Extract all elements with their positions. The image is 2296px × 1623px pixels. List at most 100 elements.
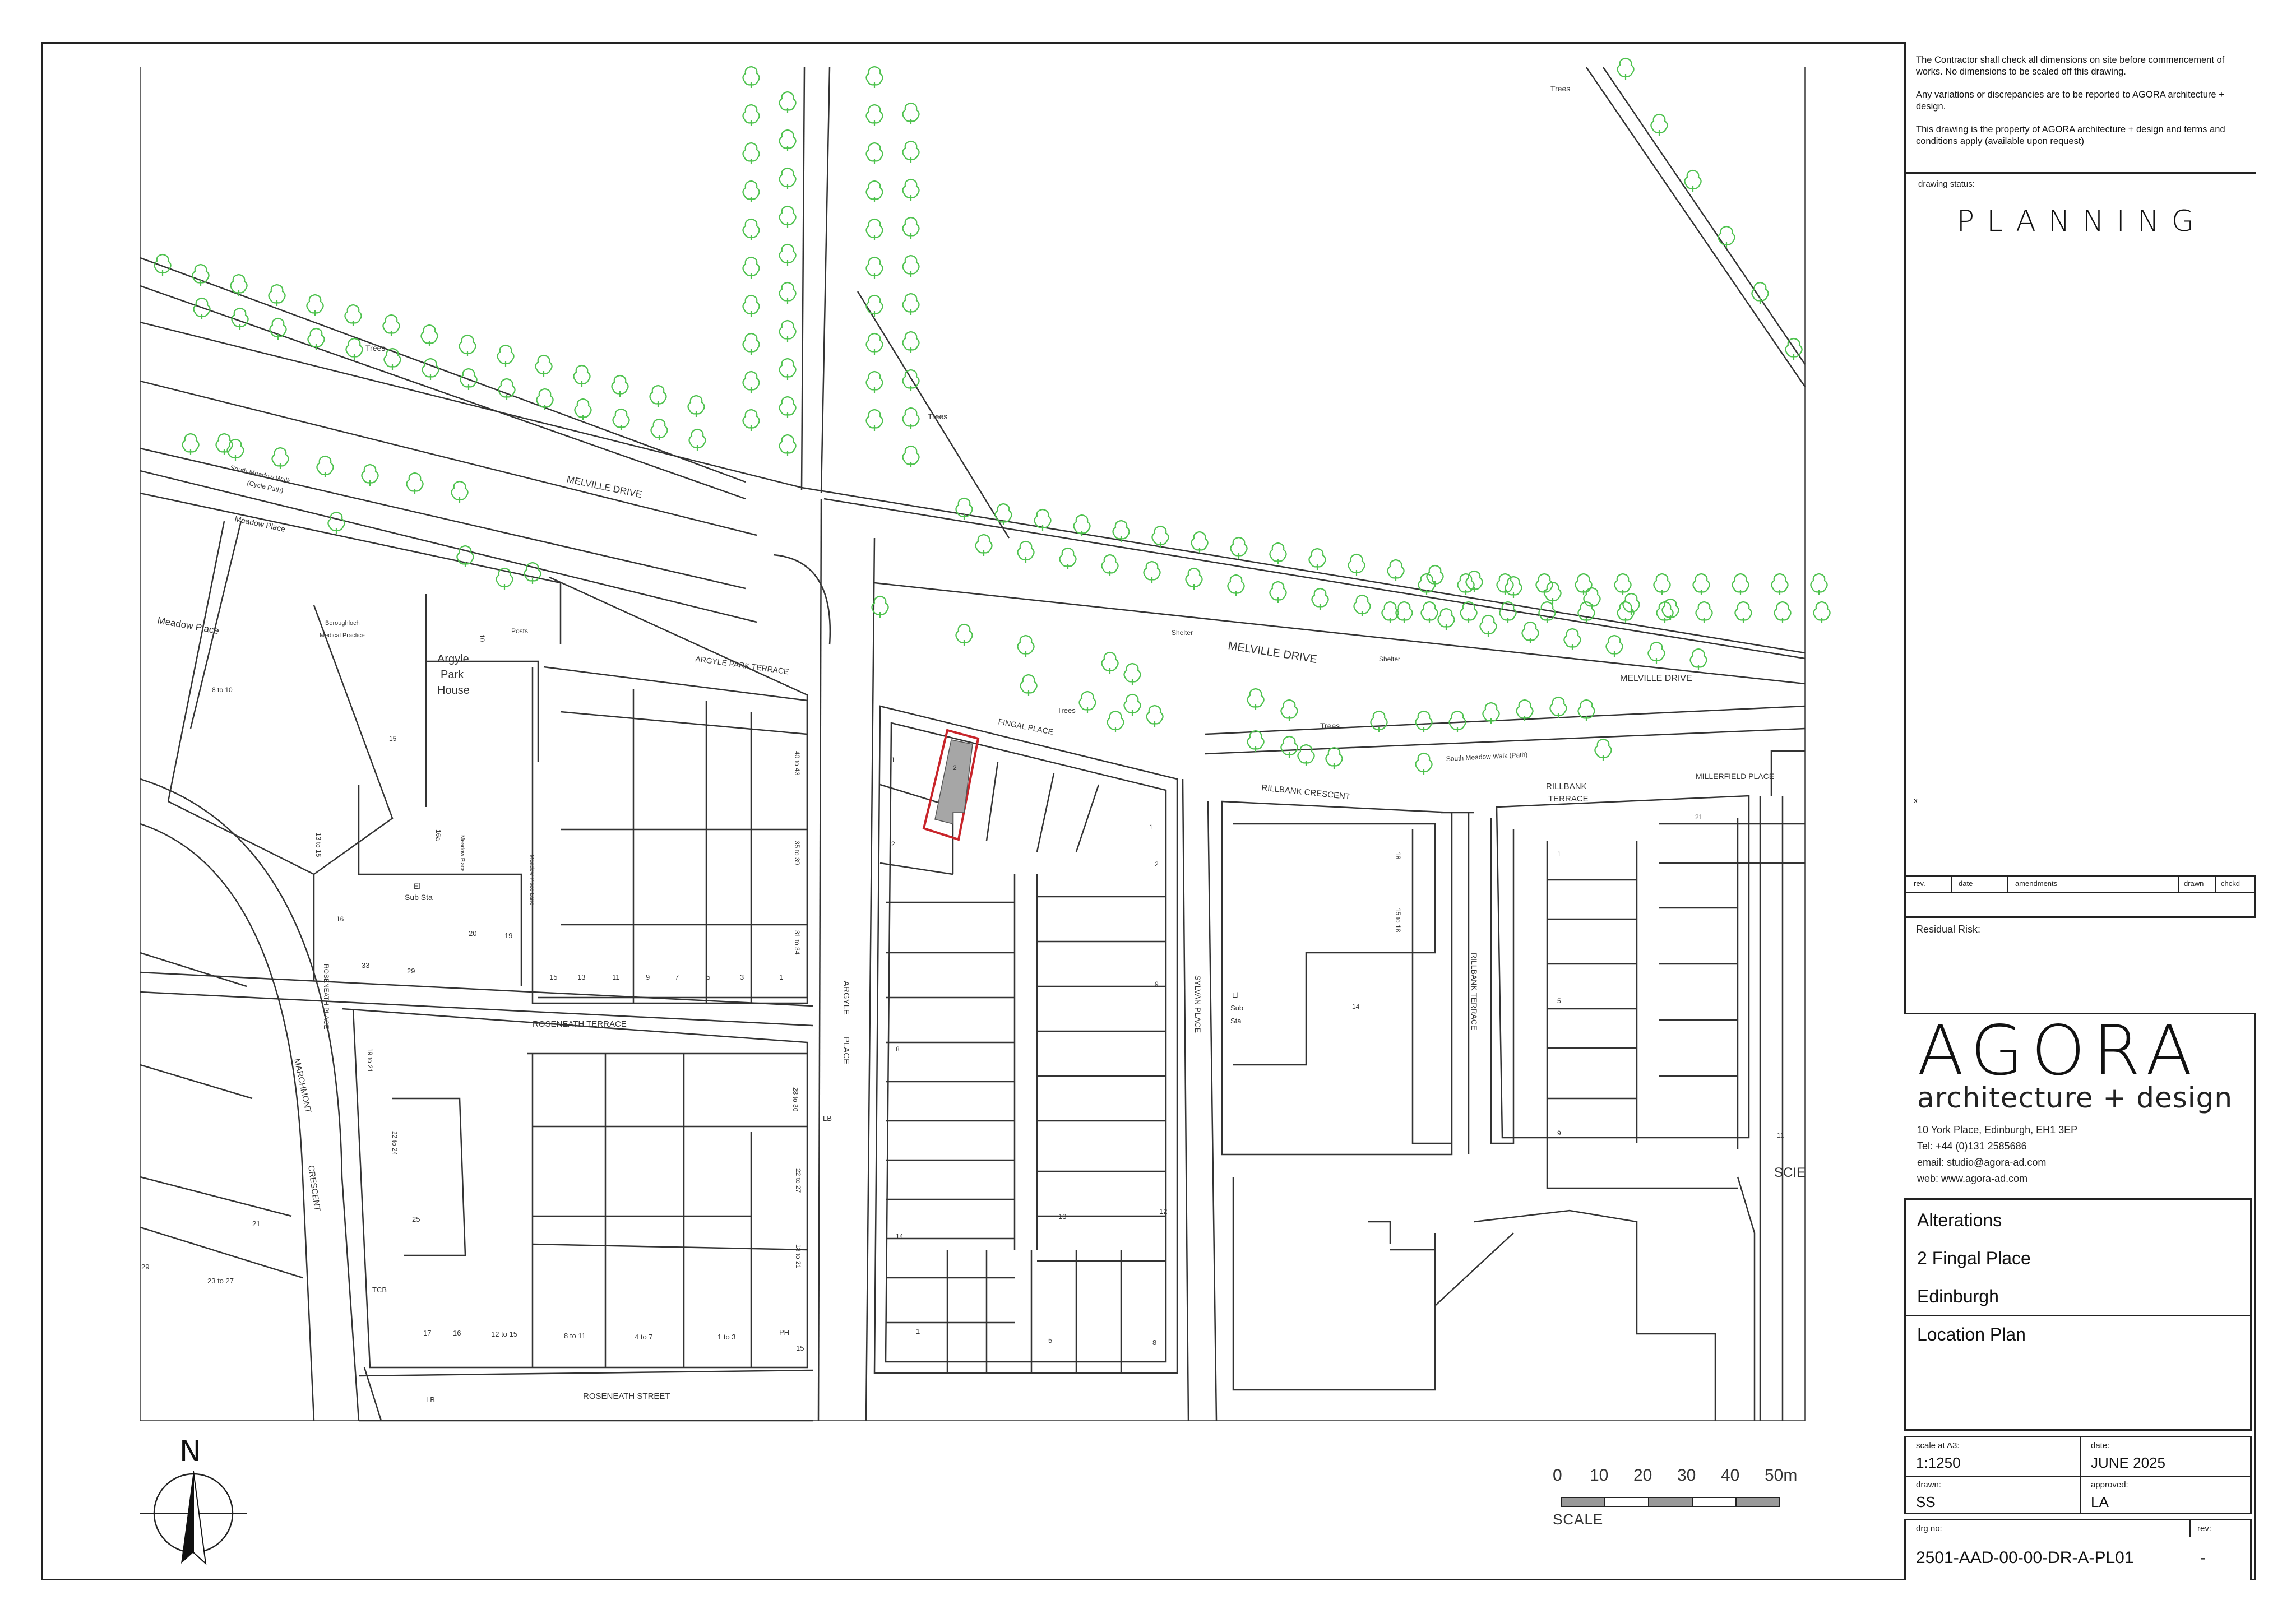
amendments-date-label: date xyxy=(1959,879,1973,888)
building-label: Shelter xyxy=(1172,629,1193,637)
tree-icon xyxy=(1415,710,1433,732)
building-label: LB xyxy=(426,1395,435,1404)
house-number: 8 xyxy=(1152,1338,1156,1347)
date-label: date: xyxy=(2091,1441,2110,1450)
scale-tick-label: 0 xyxy=(1553,1466,1562,1485)
tree-icon xyxy=(306,294,324,316)
street-label: FINGAL PLACE xyxy=(997,717,1054,736)
house-number: 16a xyxy=(434,829,442,841)
tree-icon xyxy=(1650,113,1668,136)
tree-icon xyxy=(154,253,172,276)
address-email: email: studio@agora-ad.com xyxy=(1917,1157,2047,1168)
house-number: 35 to 39 xyxy=(793,841,801,865)
tree-icon xyxy=(865,256,883,279)
tree-icon xyxy=(779,243,797,266)
tree-icon xyxy=(1751,281,1769,304)
drawing-title: Location Plan xyxy=(1917,1324,2026,1344)
scale-date-panel: scale at A3: 1:1250 date: JUNE 2025 draw… xyxy=(1904,1436,2252,1514)
building-label: Trees xyxy=(1550,84,1570,93)
street-label: RILLBANK CRESCENT xyxy=(1261,783,1351,802)
tree-icon xyxy=(779,129,797,151)
street-label: SYLVAN PLACE xyxy=(1193,975,1202,1033)
tree-icon xyxy=(742,142,760,164)
scale-label: scale at A3: xyxy=(1916,1441,1960,1450)
tree-icon xyxy=(1247,688,1265,710)
tree-icon xyxy=(1695,601,1713,623)
tree-icon xyxy=(1348,553,1365,576)
scale-tick-label: 40 xyxy=(1721,1466,1740,1485)
tree-icon xyxy=(497,344,515,367)
building-label: Trees xyxy=(928,412,947,421)
tree-icon xyxy=(1017,540,1035,563)
tree-icon xyxy=(1577,699,1595,721)
tree-icon xyxy=(742,332,760,355)
street-label: TERRACE xyxy=(1548,794,1589,804)
house-number: 11 xyxy=(1777,1132,1784,1139)
street-label: MILLERFIELD PLACE xyxy=(1696,772,1774,781)
tree-icon xyxy=(955,497,973,520)
tree-icon xyxy=(779,396,797,418)
tree-icon xyxy=(650,418,668,440)
tree-icon xyxy=(498,378,516,400)
house-number: 33 xyxy=(362,961,369,970)
tree-icon xyxy=(1521,621,1539,643)
tree-icon xyxy=(1370,710,1388,732)
tree-icon xyxy=(902,178,920,201)
house-number: 21 xyxy=(252,1219,260,1228)
tree-icon xyxy=(1280,735,1298,758)
tree-icon xyxy=(361,463,379,486)
building-label: Sub xyxy=(1230,1004,1243,1012)
street-label: SCIE xyxy=(1774,1165,1806,1180)
tree-icon xyxy=(1692,573,1710,595)
map-labels: MELVILLE DRIVE MELVILLE DRIVE MELVILLE D… xyxy=(141,84,1806,1404)
tree-icon xyxy=(902,140,920,163)
tree-icon xyxy=(1151,525,1169,548)
building-label: El xyxy=(414,882,420,891)
address-line: 10 York Place, Edinburgh, EH1 3EP xyxy=(1917,1124,2078,1135)
site-building xyxy=(934,739,973,824)
tree-icon xyxy=(1269,542,1287,564)
building-label: Sta xyxy=(1230,1017,1242,1025)
tree-icon xyxy=(1101,651,1119,674)
tree-icon xyxy=(1143,560,1161,583)
drawn-label: drawn: xyxy=(1916,1480,1942,1490)
tree-icon xyxy=(1605,634,1623,657)
tree-icon xyxy=(865,294,883,317)
tree-icon xyxy=(1689,648,1707,670)
approved-label: approved: xyxy=(2091,1480,2128,1490)
tree-icon xyxy=(1499,601,1517,623)
house-number: 9 xyxy=(1557,1129,1561,1137)
building-label: Argyle xyxy=(437,653,469,665)
street-label: ARGYLE xyxy=(841,981,851,1015)
house-number: 21 xyxy=(1695,813,1703,821)
tree-icon xyxy=(742,409,760,431)
house-number: 9 xyxy=(646,973,650,981)
street-label: ARGYLE PARK TERRACE xyxy=(695,654,790,676)
tree-icon xyxy=(574,398,592,420)
tree-icon xyxy=(1325,746,1343,769)
scale-tick-label: 50m xyxy=(1765,1466,1798,1485)
tree-icon xyxy=(1718,225,1735,248)
tree-icon xyxy=(1622,592,1640,615)
house-number: 22 to 24 xyxy=(391,1131,399,1156)
north-letter: N xyxy=(179,1435,201,1468)
tree-icon xyxy=(536,388,554,410)
house-number: 1 to 3 xyxy=(718,1333,736,1341)
tree-icon xyxy=(742,256,760,279)
drawing-status-label: drawing status: xyxy=(1918,179,1975,189)
amendments-rev-label: rev. xyxy=(1914,879,1925,888)
note-discrepancies: Any variations or discrepancies are to b… xyxy=(1916,90,2224,112)
tree-icon xyxy=(1774,601,1792,623)
tree-icon xyxy=(1516,699,1534,721)
tree-icon xyxy=(1813,601,1831,623)
residual-risk-panel: Residual Risk: xyxy=(1904,916,2256,1014)
tree-icon xyxy=(742,104,760,126)
tree-icon xyxy=(406,472,424,494)
tree-icon xyxy=(1732,573,1749,595)
tree-icon xyxy=(779,205,797,228)
tree-icon xyxy=(865,66,883,88)
street-label: Meadow Place xyxy=(234,514,286,534)
building-label: Medical Practice xyxy=(320,632,365,639)
house-number: 15 xyxy=(796,1344,804,1352)
house-number: 1 xyxy=(1149,823,1153,831)
